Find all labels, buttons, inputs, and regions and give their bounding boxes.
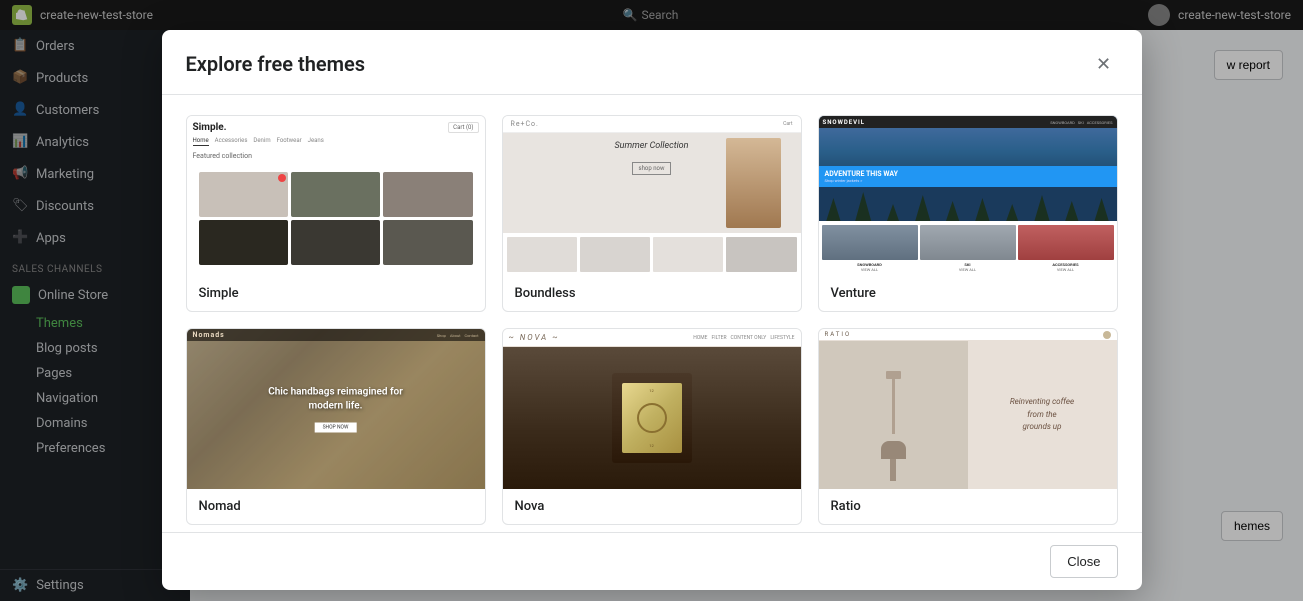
modal-header: Explore free themes ✕ xyxy=(162,30,1142,95)
theme-card-boundless[interactable]: Re+Co. Cart Summer Collection shop now xyxy=(502,115,802,312)
theme-card-nova[interactable]: ~ NOVA ~ HOME FILTER CONTENT ONLY LIFEST… xyxy=(502,328,802,525)
theme-card-ratio[interactable]: RATIO Reinventing coffeefrom thegrounds … xyxy=(818,328,1118,525)
modal-close-button[interactable]: ✕ xyxy=(1090,50,1118,78)
theme-preview-nomad: Nomads Shop About Contact Chic handbags … xyxy=(187,329,485,489)
theme-preview-venture: SNOWDEVIL SNOWBOARD SKI ACCESSORIES ADVE… xyxy=(819,116,1117,276)
modal-title: Explore free themes xyxy=(186,52,366,76)
theme-name-nova: Nova xyxy=(503,489,801,524)
theme-name-venture: Venture xyxy=(819,276,1117,311)
theme-card-nomad[interactable]: Nomads Shop About Contact Chic handbags … xyxy=(186,328,486,525)
theme-preview-nova: ~ NOVA ~ HOME FILTER CONTENT ONLY LIFEST… xyxy=(503,329,801,489)
theme-name-simple: Simple xyxy=(187,276,485,311)
theme-preview-ratio: RATIO Reinventing coffeefrom thegrounds … xyxy=(819,329,1117,489)
theme-name-ratio: Ratio xyxy=(819,489,1117,524)
venture-banner-text: ADVENTURE THIS WAY xyxy=(825,170,1111,178)
modal-body: Simple. Cart (0) Home Accessories Denim … xyxy=(162,95,1142,532)
theme-preview-simple: Simple. Cart (0) Home Accessories Denim … xyxy=(187,116,485,276)
explore-themes-modal: Explore free themes ✕ Simple. Cart (0) H… xyxy=(162,30,1142,590)
theme-name-nomad: Nomad xyxy=(187,489,485,524)
themes-grid: Simple. Cart (0) Home Accessories Denim … xyxy=(186,115,1118,525)
theme-card-simple[interactable]: Simple. Cart (0) Home Accessories Denim … xyxy=(186,115,486,312)
modal-footer-close-button[interactable]: Close xyxy=(1050,545,1117,578)
theme-preview-boundless: Re+Co. Cart Summer Collection shop now xyxy=(503,116,801,276)
theme-name-boundless: Boundless xyxy=(503,276,801,311)
theme-card-venture[interactable]: SNOWDEVIL SNOWBOARD SKI ACCESSORIES ADVE… xyxy=(818,115,1118,312)
modal-footer: Close xyxy=(162,532,1142,590)
